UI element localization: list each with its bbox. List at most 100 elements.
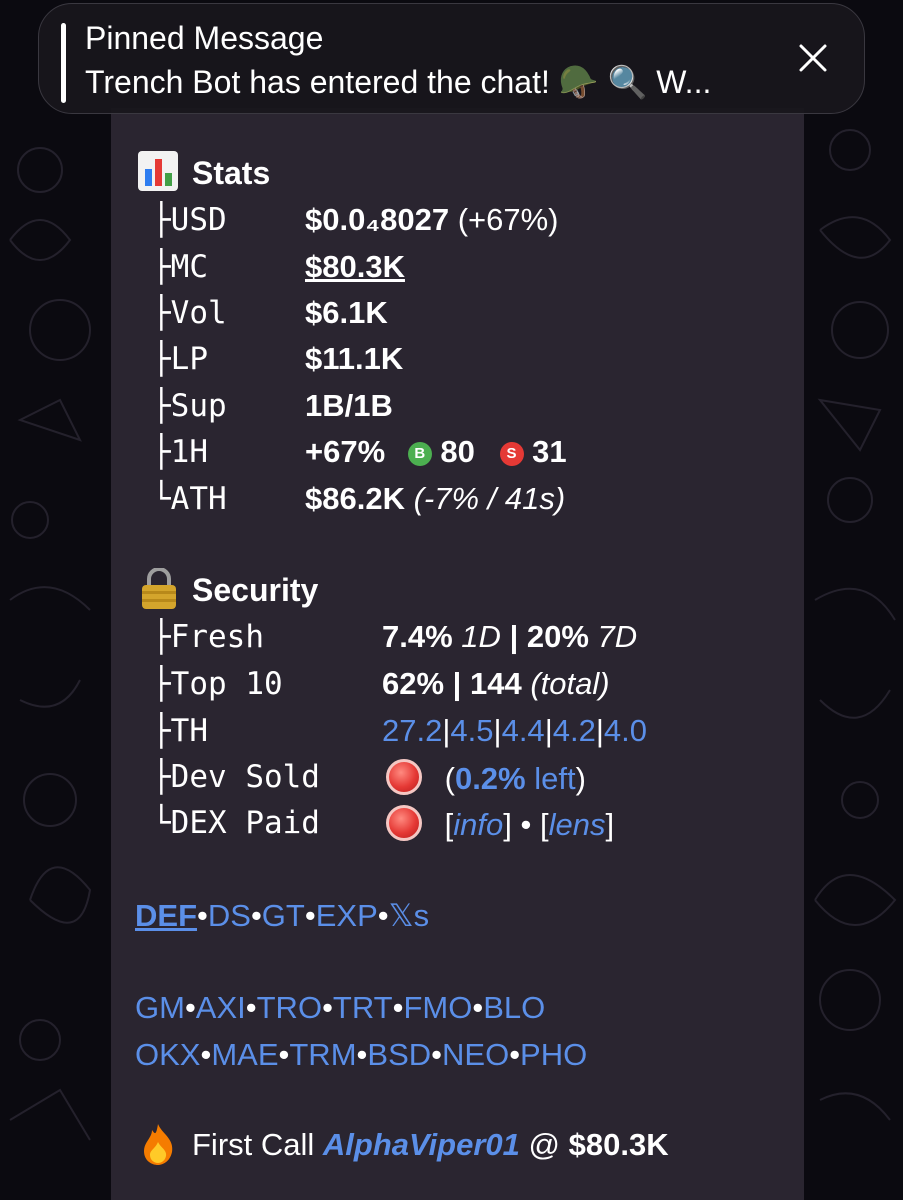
dev-sold-open: ( xyxy=(444,761,455,796)
link-blo[interactable]: BLO xyxy=(483,990,545,1025)
link-okx[interactable]: OKX xyxy=(135,1037,200,1072)
stat-value-lp: $11.1K xyxy=(305,341,404,376)
stat-value-usd: $0.0₄8027 (+67%) xyxy=(305,202,559,238)
dex-bracket: ] xyxy=(605,807,615,842)
ath-value: $86.2K xyxy=(305,481,405,516)
link-separator: • xyxy=(322,990,333,1025)
red-circle-icon xyxy=(386,805,422,841)
dex-bracket: ] xyxy=(503,807,512,842)
fresh-7d-label: 7D xyxy=(597,619,638,654)
security-value-dex-paid: [info] • [lens] xyxy=(386,805,614,843)
link-trt[interactable]: TRT xyxy=(333,990,393,1025)
pinned-text: Trench Bot has entered the chat! 🪖 🔍 W..… xyxy=(85,64,712,100)
security-key-dev-sold: ├Dev Sold xyxy=(152,759,320,795)
dev-sold-close: ) xyxy=(575,761,586,796)
link-separator: • xyxy=(356,1037,368,1072)
sell-count: 31 xyxy=(532,434,567,469)
link-def[interactable]: DEF xyxy=(135,898,197,933)
stat-value-ath: $86.2K (-7% / 41s) xyxy=(305,481,565,517)
link-separator: • xyxy=(509,1037,521,1072)
first-call-at: @ xyxy=(528,1127,560,1162)
security-value-th: 27.2|4.5|4.4|4.2|4.0 xyxy=(382,713,647,749)
first-call-line: First Call AlphaViper01 @ $80.3K xyxy=(192,1127,669,1163)
usd-price: $0.0₄8027 xyxy=(305,202,450,237)
link-x-search[interactable]: 𝕏s xyxy=(389,898,429,933)
top10-separator: | xyxy=(452,666,462,701)
security-value-fresh: 7.4% 1D | 20% 7D xyxy=(382,619,637,655)
first-call-value: $80.3K xyxy=(568,1127,669,1162)
links-row-bots-2: OKX•MAE•TRM•BSD•NEO•PHO xyxy=(135,1037,587,1073)
link-exp[interactable]: EXP xyxy=(316,898,378,933)
stat-key-1h: ├1H xyxy=(152,434,208,470)
security-key-fresh: ├Fresh xyxy=(152,619,264,655)
stats-title: Stats xyxy=(192,155,271,191)
usd-change: (+67%) xyxy=(457,202,559,237)
links-row-explorers: DEF•DS•GT•EXP•𝕏s xyxy=(135,898,429,934)
links-row-bots-1: GM•AXI•TRO•TRT•FMO•BLO xyxy=(135,990,545,1026)
security-value-top10: 62% | 144 (total) xyxy=(382,666,610,702)
security-key-dex-paid: └DEX Paid xyxy=(152,805,320,841)
dex-separator: • xyxy=(520,807,532,842)
fire-icon xyxy=(144,1124,173,1165)
dex-bracket: [ xyxy=(539,807,549,842)
stat-key-lp: ├LP xyxy=(152,341,208,377)
bar-chart-icon xyxy=(138,151,178,191)
link-separator: • xyxy=(377,898,389,933)
link-separator: • xyxy=(200,1037,212,1072)
dev-sold-left[interactable]: left xyxy=(526,761,575,796)
first-call-user-link[interactable]: AlphaViper01 xyxy=(323,1127,520,1162)
link-separator: • xyxy=(184,990,196,1025)
security-key-top10: ├Top 10 xyxy=(152,666,283,702)
dev-sold-link[interactable]: 0.2% xyxy=(455,761,526,796)
th-link[interactable]: 4.5 xyxy=(450,713,493,748)
buy-badge-icon: B xyxy=(407,442,432,466)
sell-badge-icon: S xyxy=(499,442,524,466)
link-bsd[interactable]: BSD xyxy=(367,1037,431,1072)
link-separator: • xyxy=(392,990,404,1025)
link-gt[interactable]: GT xyxy=(262,898,305,933)
top10-label: (total) xyxy=(530,666,610,701)
th-separator: | xyxy=(595,713,604,748)
link-separator: • xyxy=(304,898,316,933)
pinned-title: Pinned Message xyxy=(85,20,324,56)
red-circle-icon xyxy=(386,759,422,795)
link-fmo[interactable]: FMO xyxy=(403,990,472,1025)
stat-value-mc[interactable]: $80.3K xyxy=(305,249,405,285)
link-neo[interactable]: NEO xyxy=(442,1037,509,1072)
fresh-separator: | xyxy=(509,619,519,654)
link-mae[interactable]: MAE xyxy=(211,1037,278,1072)
stat-key-ath: └ATH xyxy=(152,481,227,517)
link-trm[interactable]: TRM xyxy=(289,1037,356,1072)
security-title: Security xyxy=(192,572,319,608)
stat-value-vol: $6.1K xyxy=(305,295,388,330)
link-ds[interactable]: DS xyxy=(208,898,251,933)
link-separator: • xyxy=(431,1037,442,1072)
link-separator: • xyxy=(245,990,257,1025)
fresh-7d-value: 20% xyxy=(526,619,589,654)
link-pho[interactable]: PHO xyxy=(520,1037,587,1072)
link-gm[interactable]: GM xyxy=(135,990,185,1025)
ath-change: (-7% / 41s) xyxy=(413,481,566,516)
link-separator: • xyxy=(250,898,262,933)
buy-count: 80 xyxy=(440,434,475,469)
th-separator: | xyxy=(544,713,553,748)
top10-percent: 62% xyxy=(382,666,445,701)
stat-key-vol: ├Vol xyxy=(152,295,227,331)
link-tro[interactable]: TRO xyxy=(257,990,322,1025)
security-key-th: ├TH xyxy=(152,713,208,749)
pinned-message-bar[interactable]: Pinned Message Trench Bot has entered th… xyxy=(38,3,865,114)
th-separator: | xyxy=(493,713,502,748)
info-link[interactable]: info xyxy=(453,807,503,842)
close-icon[interactable] xyxy=(796,41,830,75)
link-axi[interactable]: AXI xyxy=(196,990,246,1025)
th-link[interactable]: 4.0 xyxy=(604,713,647,748)
link-separator: • xyxy=(278,1037,290,1072)
stat-key-usd: ├USD xyxy=(152,202,227,238)
th-link[interactable]: 4.4 xyxy=(502,713,545,748)
lens-link[interactable]: lens xyxy=(549,807,606,842)
th-link[interactable]: 27.2 xyxy=(382,713,442,748)
stat-key-sup: ├Sup xyxy=(152,388,227,424)
th-link[interactable]: 4.2 xyxy=(553,713,596,748)
lock-icon xyxy=(142,568,176,609)
dex-bracket: [ xyxy=(444,807,454,842)
